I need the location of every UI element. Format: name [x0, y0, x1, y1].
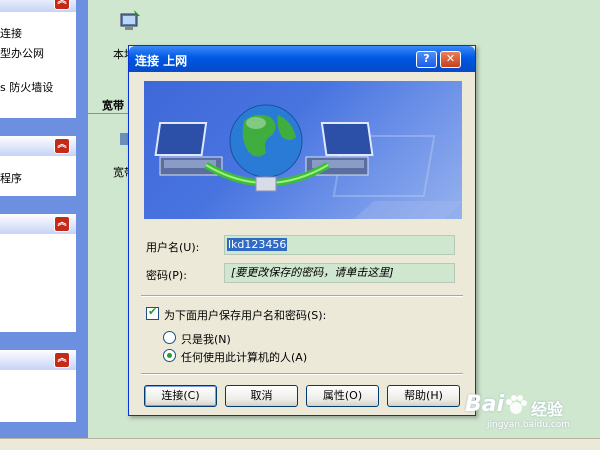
other-places-header[interactable]: ︽: [0, 136, 76, 156]
network-banner-image: [144, 81, 462, 219]
network-tasks-panel: 连接 型办公网 s 防火墙设: [0, 12, 76, 118]
help-button[interactable]: 帮助(H): [387, 385, 460, 407]
task-pane: ︽ 连接 型办公网 s 防火墙设 ︽ 程序 ︽ ︽: [0, 0, 88, 450]
task-link-connect[interactable]: 连接: [0, 25, 22, 41]
radio-anyone[interactable]: [163, 349, 176, 362]
watermark-brand2: 经验: [531, 400, 564, 419]
collapse-icon[interactable]: ︽: [54, 0, 70, 10]
checkmark-icon: ✔: [148, 305, 158, 318]
separator: [141, 295, 463, 297]
collapse-icon[interactable]: ︽: [54, 352, 70, 368]
radio-anyone-label[interactable]: 任何使用此计算机的人(A): [181, 349, 307, 365]
task-link-office-network[interactable]: 型办公网: [0, 45, 44, 61]
extra-panel: [0, 370, 76, 422]
help-title-button[interactable]: ?: [416, 51, 437, 68]
username-label: 用户名(U):: [146, 241, 200, 254]
close-button[interactable]: ✕: [440, 51, 461, 68]
details-panel: [0, 234, 76, 332]
status-bar: [0, 438, 600, 450]
save-credentials-label[interactable]: 为下面用户保存用户名和密码(S):: [164, 307, 326, 323]
collapse-icon[interactable]: ︽: [54, 138, 70, 154]
radio-selected-dot: [167, 353, 172, 358]
username-value: lkd123456: [227, 238, 288, 251]
section-divider: [88, 113, 132, 114]
radio-only-me[interactable]: [163, 331, 176, 344]
radio-only-me-label[interactable]: 只是我(N): [181, 331, 231, 347]
separator: [141, 373, 463, 375]
broadband-section-title: 宽带: [102, 99, 124, 112]
password-field[interactable]: [要更改保存的密码，请单击这里]: [224, 263, 455, 283]
connect-dialog: 连接 上网 ? ✕ 用户名(U): lkd123456 密码(P): [要更改保…: [128, 45, 476, 416]
properties-button[interactable]: 属性(O): [306, 385, 379, 407]
watermark-brand: Bai: [465, 392, 505, 417]
task-link-program[interactable]: 程序: [0, 170, 22, 186]
baidu-watermark: Bai 经验 jingyan.baidu.com: [465, 392, 595, 436]
dialog-titlebar[interactable]: 连接 上网 ? ✕: [129, 46, 475, 72]
cancel-button[interactable]: 取消: [225, 385, 298, 407]
collapse-icon[interactable]: ︽: [54, 216, 70, 232]
globe-icon: [229, 104, 303, 178]
right-laptop-icon: [305, 122, 374, 176]
task-link-firewall[interactable]: s 防火墙设: [0, 79, 53, 95]
extra-header[interactable]: ︽: [0, 350, 76, 370]
other-places-panel: 程序: [0, 156, 76, 196]
username-field[interactable]: lkd123456: [224, 235, 455, 255]
watermark-url: jingyan.baidu.com: [487, 420, 571, 430]
details-header[interactable]: ︽: [0, 214, 76, 234]
save-credentials-checkbox[interactable]: ✔: [146, 305, 159, 320]
password-label: 密码(P):: [146, 269, 187, 282]
network-tasks-header[interactable]: ︽: [0, 0, 76, 12]
paw-icon: [506, 395, 527, 414]
connect-button[interactable]: 连接(C): [144, 385, 217, 407]
dialog-title: 连接 上网: [135, 54, 188, 68]
local-connection-icon[interactable]: [118, 10, 142, 43]
